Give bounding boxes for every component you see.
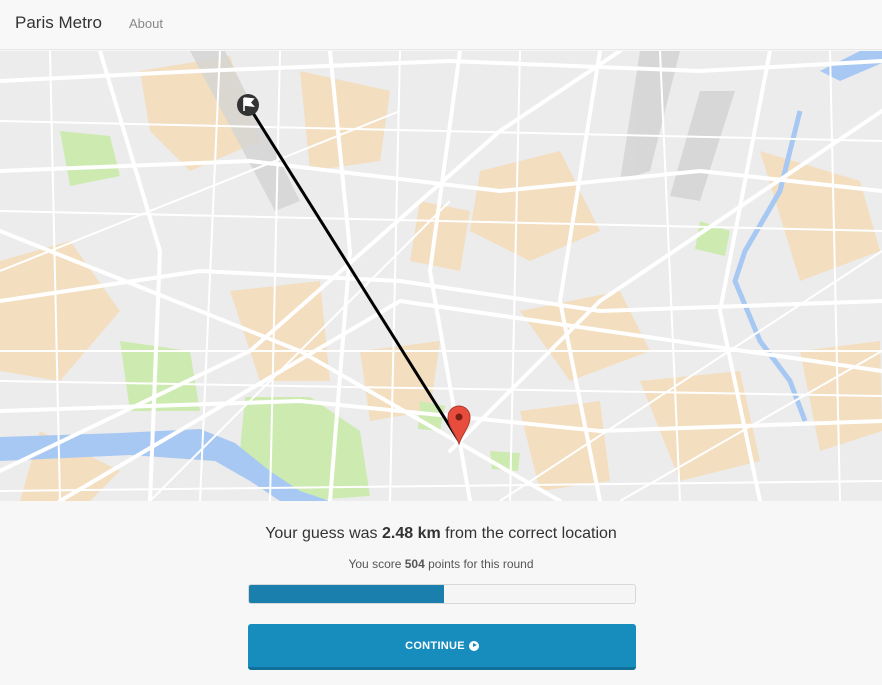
score-progress-fill (249, 585, 444, 603)
result-prefix: Your guess was (265, 525, 382, 542)
nav-link-about[interactable]: About (129, 16, 163, 31)
play-circle-icon (468, 640, 479, 651)
score-progress-bar (248, 584, 636, 604)
brand-link[interactable]: Paris Metro (15, 13, 102, 33)
distance-value: 2.48 km (382, 525, 441, 542)
score-suffix: points for this round (424, 557, 534, 571)
result-message: Your guess was 2.48 km from the correct … (0, 525, 882, 543)
result-map[interactable] (0, 51, 882, 501)
score-message: You score 504 points for this round (0, 557, 882, 571)
score-points: 504 (404, 557, 425, 571)
continue-label: CONTINUE (405, 639, 465, 652)
map-canvas (0, 51, 882, 501)
flag-icon (237, 94, 259, 116)
continue-button[interactable]: CONTINUE (248, 624, 636, 670)
score-prefix: You score (348, 557, 405, 571)
result-suffix: from the correct location (440, 525, 617, 542)
navbar: Paris Metro About (0, 0, 882, 50)
